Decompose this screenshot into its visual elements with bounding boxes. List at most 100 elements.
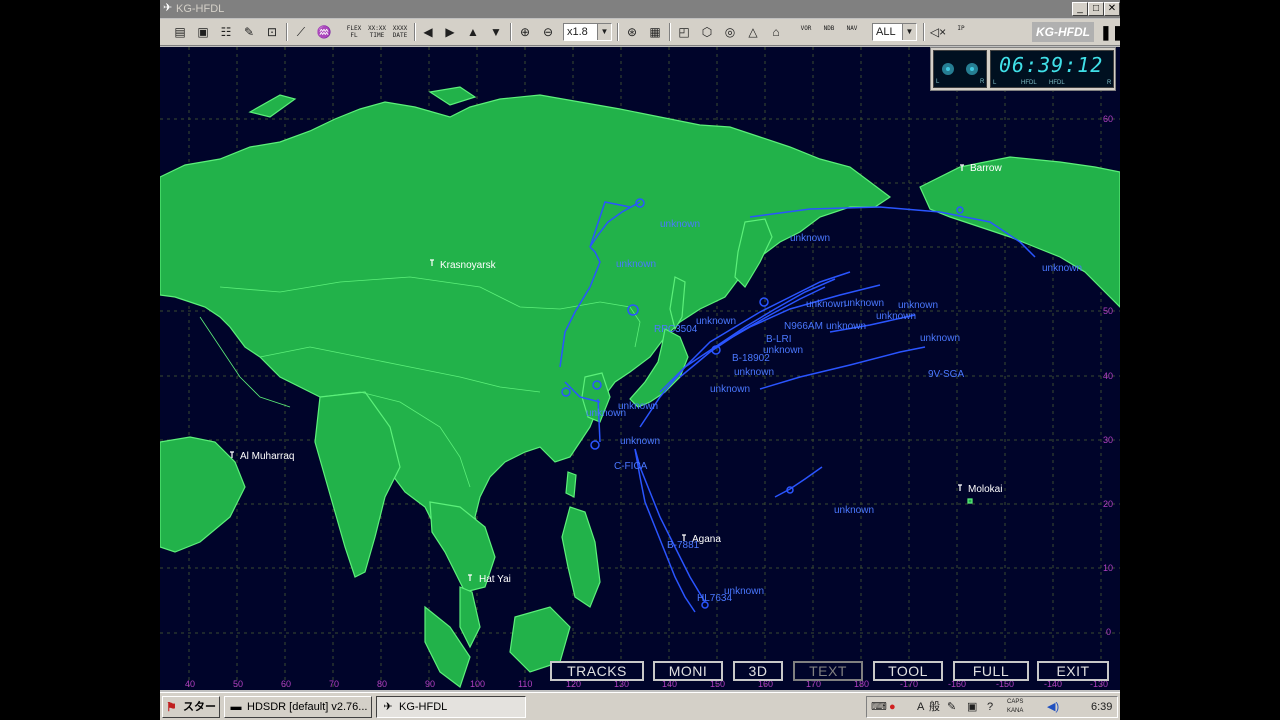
package-icon[interactable]: ▣ <box>967 700 977 714</box>
scope-display <box>942 63 978 75</box>
globe-icon[interactable]: ⊛ <box>622 22 642 42</box>
flight-label[interactable]: N966AM <box>784 321 823 332</box>
flight-label[interactable]: unknown <box>844 298 884 309</box>
filter-select[interactable]: ALL ▼ <box>872 23 917 41</box>
record-icon[interactable]: ● <box>889 700 896 714</box>
flight-label[interactable]: unknown <box>920 333 960 344</box>
lon-label: 60 <box>281 679 292 689</box>
flight-label[interactable]: B-LRI <box>766 334 792 345</box>
lon-label: 50 <box>233 679 244 689</box>
house-icon[interactable]: ⌂ <box>766 22 786 42</box>
picture-icon[interactable]: ⊡ <box>262 22 282 42</box>
flight-label[interactable]: unknown <box>620 436 660 447</box>
flight-label[interactable]: unknown <box>1042 263 1082 274</box>
meter-right-label: R <box>1107 80 1112 86</box>
land-taiwan <box>565 471 577 498</box>
flight-label[interactable]: RPC3504 <box>654 324 697 335</box>
antenna-icon[interactable]: ♒ <box>314 22 334 42</box>
flight-label[interactable]: 9V-SGA <box>928 369 964 380</box>
date-button[interactable]: XXXX DATE <box>390 22 410 42</box>
3d-button[interactable]: 3D <box>733 661 783 681</box>
flight-label[interactable]: unknown <box>806 299 846 310</box>
flight-label[interactable]: unknown <box>898 300 938 311</box>
arrow-up-icon[interactable]: ▲ <box>463 22 483 42</box>
edit-list-icon[interactable]: ✎ <box>239 22 259 42</box>
pause-icon[interactable]: ❚❚ <box>1100 22 1123 42</box>
flex-fl-button[interactable]: FLEX FL <box>344 22 364 42</box>
flight-label[interactable]: unknown <box>696 316 736 327</box>
task-label: HDSDR [default] v2.76... <box>247 701 368 713</box>
track-line <box>774 466 823 498</box>
arrow-left-icon[interactable]: ◀ <box>418 22 438 42</box>
route-icon[interactable]: ⟋ <box>291 22 311 42</box>
vor-button[interactable]: VOR <box>796 22 816 42</box>
airplane-icon: ✈ <box>383 701 393 713</box>
flight-label[interactable]: HL7634 <box>697 593 732 604</box>
task-hdsdr[interactable]: ▬ HDSDR [default] v2.76... <box>224 696 372 718</box>
tool-icon[interactable]: ✎ <box>947 700 956 714</box>
map-view[interactable]: Barrow Krasnoyarsk Al Muharraq Molokai A… <box>160 47 1120 690</box>
frame-icon[interactable]: ◰ <box>674 22 694 42</box>
close-button[interactable]: ✕ <box>1104 2 1120 16</box>
text-button[interactable]: TEXT <box>793 661 863 681</box>
task-kg-hfdl[interactable]: ✈ KG-HFDL <box>376 696 526 718</box>
tracks-button[interactable]: TRACKS <box>550 661 644 681</box>
tool-button[interactable]: TOOL <box>873 661 943 681</box>
meter-left-label: L <box>993 80 997 86</box>
ndb-button[interactable]: NDB <box>819 22 839 42</box>
land-hawaii <box>967 498 973 504</box>
list-icon[interactable]: ▤ <box>170 22 190 42</box>
flight-label[interactable]: unknown <box>790 233 830 244</box>
time-button[interactable]: XX:XX TIME <box>367 22 387 42</box>
landmass <box>160 86 1120 688</box>
toolbar-separator <box>923 23 925 41</box>
flight-label[interactable]: unknown <box>710 384 750 395</box>
arrow-down-icon[interactable]: ▼ <box>486 22 506 42</box>
kana-indicator: KANA <box>1007 708 1024 714</box>
mute-icon[interactable]: ◁× <box>928 22 948 42</box>
flight-label[interactable]: unknown <box>876 311 916 322</box>
nav-button[interactable]: NAV <box>842 22 862 42</box>
target-icon[interactable]: ◎ <box>720 22 740 42</box>
flight-label[interactable]: C-FICA <box>614 461 647 472</box>
minimize-button[interactable]: _ <box>1072 2 1088 16</box>
ime-kanji[interactable]: 般 <box>929 700 940 714</box>
zoom-in-icon[interactable]: ⊕ <box>515 22 535 42</box>
grid-icon[interactable]: ▦ <box>645 22 665 42</box>
start-button[interactable]: ⚑ スタート <box>162 696 220 718</box>
arrow-right-icon[interactable]: ▶ <box>440 22 460 42</box>
keyboard-icon[interactable]: ⌨ <box>871 700 887 714</box>
vortac-icon[interactable]: ⬡ <box>697 22 717 42</box>
flight-label[interactable]: B-7881 <box>667 540 699 551</box>
system-tray: ⌨ ● A 般 ✎ ▣ ? CAPS KANA ◀) 6:39 <box>866 696 1118 718</box>
ime-mode[interactable]: A <box>917 700 924 714</box>
window-title: KG-HFDL <box>176 3 225 15</box>
chevron-down-icon: ▼ <box>902 24 916 40</box>
windows-flag-icon: ⚑ <box>166 700 177 714</box>
brand-logo: KG-HFDL <box>1032 22 1094 42</box>
flight-label[interactable]: unknown <box>616 259 656 270</box>
flight-label[interactable]: unknown <box>834 505 874 516</box>
maximize-button[interactable]: □ <box>1088 2 1104 16</box>
full-button[interactable]: FULL <box>953 661 1029 681</box>
help-icon[interactable]: ? <box>987 700 993 714</box>
moni-button[interactable]: MONI <box>653 661 723 681</box>
zoom-out-icon[interactable]: ⊖ <box>538 22 558 42</box>
flight-label[interactable]: unknown <box>660 219 700 230</box>
triangle-icon[interactable]: △ <box>743 22 763 42</box>
flight-label[interactable]: unknown <box>734 367 774 378</box>
save-icon[interactable]: ▣ <box>193 22 213 42</box>
exit-button[interactable]: EXIT <box>1037 661 1109 681</box>
airport-list-icon[interactable]: ☷ <box>216 22 236 42</box>
lon-label: 40 <box>185 679 196 689</box>
flight-label[interactable]: unknown <box>826 321 866 332</box>
clock-panel: 06:39:12 HFDL HFDL L R <box>990 50 1114 88</box>
ip-button[interactable]: IP <box>951 22 971 42</box>
zoom-select[interactable]: x1.8 ▼ <box>563 23 612 41</box>
hfdl-label: HFDL <box>1049 80 1065 86</box>
chevron-down-icon: ▼ <box>597 24 611 40</box>
flight-label[interactable]: unknown <box>586 408 626 419</box>
volume-icon[interactable]: ◀) <box>1047 700 1059 714</box>
flight-label[interactable]: B-18902 <box>732 353 770 364</box>
land-philippines <box>561 506 601 608</box>
